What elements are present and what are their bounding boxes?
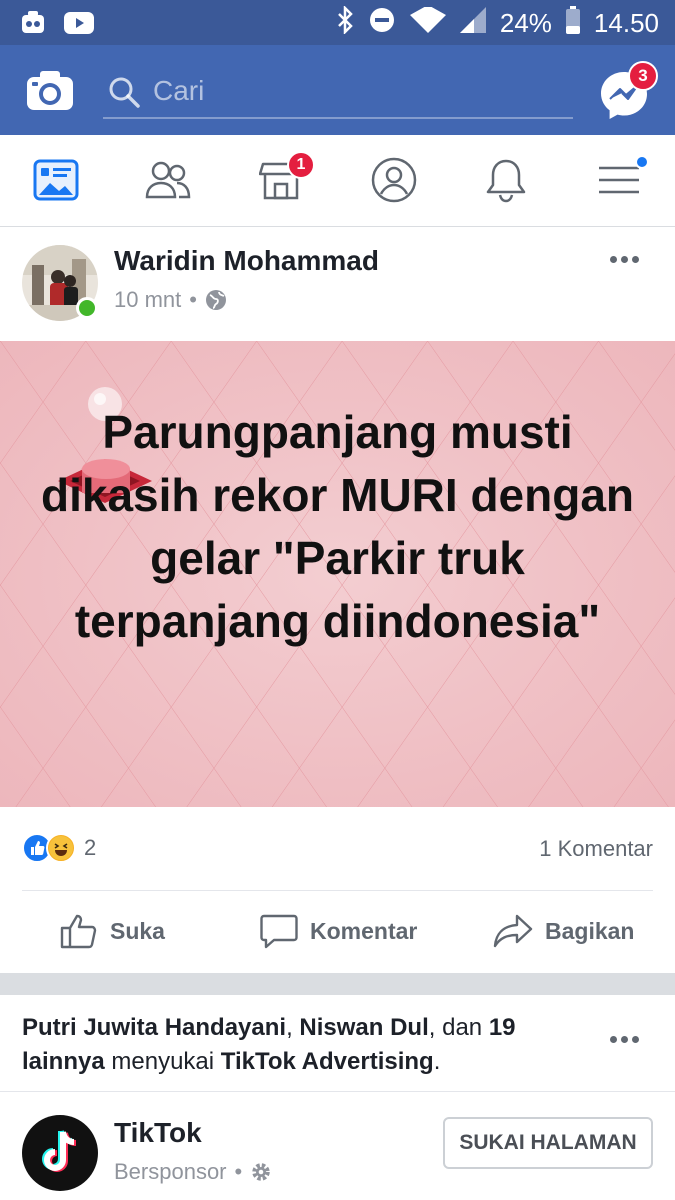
sponsored-options-button[interactable]	[604, 1027, 644, 1051]
haha-reaction-icon	[46, 833, 76, 863]
sponsor-meta: Bersponsor •	[114, 1159, 272, 1185]
sponsored-label: Bersponsor	[114, 1159, 227, 1184]
signal-icon	[459, 7, 486, 40]
comment-button[interactable]: Komentar	[260, 907, 417, 955]
divider	[0, 1091, 675, 1092]
youtube-icon	[64, 12, 94, 39]
camera-button[interactable]	[26, 69, 74, 111]
sponsor-page-name[interactable]: TikTok	[114, 1117, 202, 1149]
more-dot-icon	[609, 1035, 617, 1043]
post-options-button[interactable]	[604, 247, 644, 271]
more-dot-icon	[620, 1035, 628, 1043]
search-bar[interactable]	[103, 67, 573, 119]
tab-friends[interactable]	[112, 135, 224, 225]
bluetooth-icon	[336, 4, 354, 41]
post-meta: 10 mnt •	[114, 287, 227, 313]
share-button[interactable]: Bagikan	[493, 907, 634, 955]
friends-icon	[145, 161, 191, 199]
context-separator: ,	[286, 1014, 293, 1041]
meta-separator: •	[234, 1159, 243, 1184]
like-label: Suka	[110, 917, 165, 944]
sponsored-card: Putri Juwita Handayani, Niswan Dul, dan …	[0, 995, 675, 1200]
tiktok-avatar[interactable]	[22, 1115, 98, 1191]
clock: 14.50	[593, 8, 659, 38]
tiktok-logo-icon	[42, 1130, 77, 1172]
like-page-button[interactable]: SUKAI HALAMAN	[443, 1117, 653, 1169]
battery-percentage: 24%	[499, 8, 552, 38]
do-not-disturb-icon	[368, 6, 396, 41]
notification-app-icon	[20, 10, 46, 41]
post-time[interactable]: 10 mnt	[114, 287, 181, 313]
context-and: , dan	[428, 1014, 483, 1041]
battery-icon	[565, 6, 580, 41]
search-icon	[109, 77, 140, 108]
online-indicator	[76, 297, 98, 319]
messenger-button[interactable]: 3	[598, 61, 658, 121]
search-input[interactable]	[153, 71, 553, 111]
more-dot-icon	[631, 1035, 639, 1043]
wifi-icon	[409, 5, 446, 40]
tab-profile[interactable]	[338, 135, 450, 225]
feed-separator	[0, 973, 675, 995]
more-dot-icon	[620, 255, 628, 263]
context-verb: menyukai	[111, 1048, 215, 1075]
camera-icon	[27, 71, 73, 110]
share-label: Bagikan	[545, 917, 635, 944]
share-icon	[493, 914, 533, 948]
context-friend-1[interactable]: Putri Juwita Handayani	[22, 1014, 286, 1041]
tab-news-feed[interactable]	[0, 135, 112, 225]
marketplace-badge: 1	[287, 151, 315, 179]
post-text: Parungpanjang musti dikasih rekor MURI d…	[40, 406, 634, 647]
meta-separator: •	[189, 287, 197, 312]
nav-bar: 1	[0, 135, 675, 227]
bell-icon	[486, 159, 526, 203]
context-friend-2[interactable]: Niswan Dul	[299, 1014, 428, 1041]
more-dot-icon	[609, 255, 617, 263]
social-context: Putri Juwita Handayani, Niswan Dul, dan …	[22, 1011, 592, 1079]
news-feed-icon	[33, 159, 79, 201]
post-actions: Suka Komentar Bagikan	[0, 899, 675, 963]
globe-icon	[205, 290, 226, 310]
thumbs-up-icon	[60, 914, 97, 949]
profile-icon	[371, 157, 417, 203]
messenger-badge: 3	[628, 61, 658, 91]
status-bar: 24% 14.50	[0, 0, 675, 45]
tab-menu[interactable]	[563, 135, 675, 225]
tab-notifications[interactable]	[450, 135, 562, 225]
post-background[interactable]: Parungpanjang musti dikasih rekor MURI d…	[0, 341, 675, 807]
menu-notification-dot	[635, 155, 649, 169]
post-author[interactable]: Waridin Mohammad	[114, 245, 379, 277]
tab-marketplace[interactable]: 1	[225, 135, 337, 225]
comment-count[interactable]: 1 Komentar	[539, 836, 653, 862]
more-dot-icon	[631, 255, 639, 263]
gear-icon	[252, 1163, 270, 1181]
app-bar: 3	[0, 45, 675, 135]
menu-icon	[599, 166, 639, 194]
context-page[interactable]: TikTok Advertising	[221, 1048, 434, 1075]
divider	[22, 890, 653, 891]
comment-icon	[260, 914, 298, 949]
like-button[interactable]: Suka	[60, 907, 165, 955]
post-card: Waridin Mohammad 10 mnt • Parungpanjang …	[0, 227, 675, 973]
reactions-summary[interactable]: 2	[22, 833, 96, 863]
context-end: .	[433, 1048, 441, 1075]
reaction-count: 2	[84, 835, 97, 860]
comment-label: Komentar	[310, 917, 418, 944]
